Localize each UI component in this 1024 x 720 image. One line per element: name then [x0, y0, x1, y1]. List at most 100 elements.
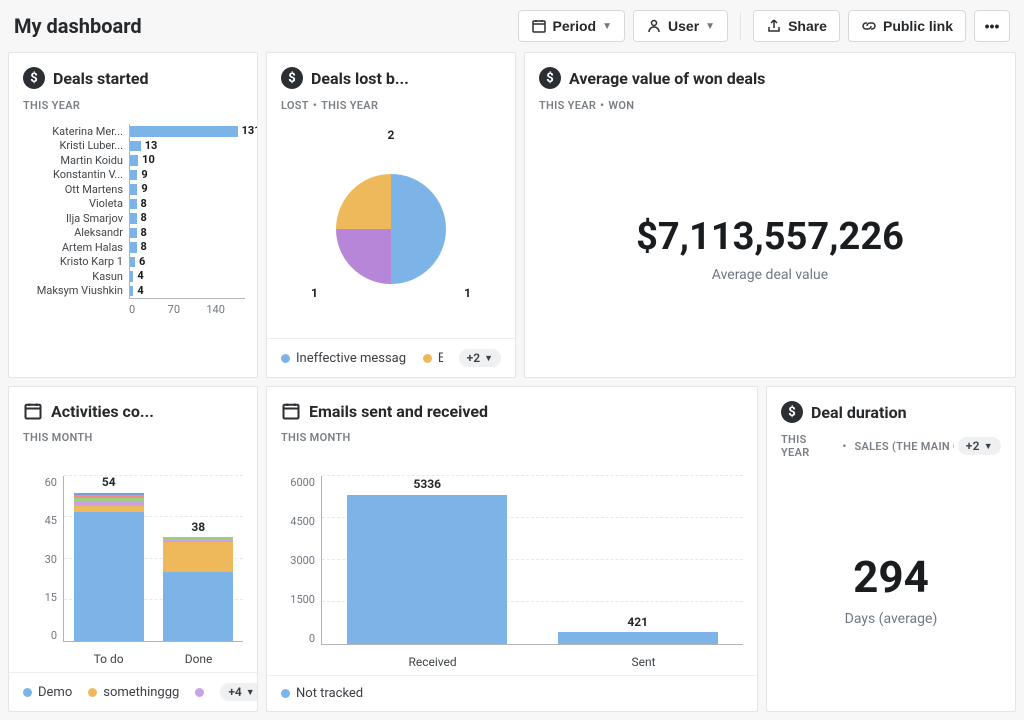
dollar-icon: $ — [23, 67, 45, 89]
plot-area: 54 38 — [63, 476, 243, 642]
hbar-row: Konstantin V...9 — [9, 168, 245, 183]
more-button[interactable]: ••• — [974, 10, 1010, 42]
share-button[interactable]: Share — [753, 10, 840, 42]
hbar-row: Kasun4 — [9, 269, 245, 284]
calendar-icon — [23, 401, 43, 421]
dollar-icon: $ — [281, 67, 303, 89]
hbar-label: Aleksandr — [9, 226, 129, 239]
duration-caption: Days (average) — [845, 611, 938, 627]
card-subtitle: LOST•THIS YEAR — [281, 99, 501, 112]
legend-item: somethinggg — [88, 685, 179, 700]
bar-sent: 421 — [554, 476, 722, 644]
public-link-label: Public link — [883, 18, 953, 34]
plot-area: 5336 421 — [321, 476, 743, 645]
link-icon — [861, 18, 877, 34]
legend-item: Not tracked — [281, 686, 363, 701]
hbar-label: Kasun — [9, 270, 129, 283]
card-header: Activities co... THIS MONTH — [9, 387, 257, 452]
card-title: Average value of won deals — [569, 69, 765, 88]
filter-more-button[interactable]: +2▼ — [958, 437, 1001, 455]
card-subtitle: THIS YEAR• SALES (THE MAIN O +2▼ — [781, 433, 1001, 459]
hbar-label: Martin Koidu — [9, 154, 129, 167]
card-avg-won: $ Average value of won deals THIS YEAR•W… — [524, 52, 1016, 378]
avg-value: $7,113,557,226 — [636, 215, 904, 259]
calendar-icon — [531, 18, 547, 34]
user-label: User — [668, 18, 699, 34]
card-title: Activities co... — [51, 402, 154, 421]
card-subtitle: THIS MONTH — [23, 431, 243, 444]
hbar-label: Konstantin V... — [9, 168, 129, 181]
deals-lost-chart: 2 1 1 — [267, 120, 515, 338]
hbar-row: Artem Halas8 — [9, 240, 245, 255]
user-icon — [646, 18, 662, 34]
hbar-row: Ott Martens9 — [9, 182, 245, 197]
hbar-row: Kristo Karp 16 — [9, 255, 245, 270]
page-title: My dashboard — [14, 14, 142, 38]
hbar-label: Violeta — [9, 197, 129, 210]
topbar-actions: Period ▼ User ▼ Share Public link ••• — [518, 10, 1010, 42]
card-deals-started: $ Deals started THIS YEAR Katerina Mer..… — [8, 52, 258, 378]
period-dropdown[interactable]: Period ▼ — [518, 10, 625, 42]
bar-done: 38 — [162, 476, 234, 641]
legend-item: E — [423, 351, 443, 366]
card-emails: Emails sent and received THIS MONTH 0150… — [266, 386, 758, 712]
card-header: Emails sent and received THIS MONTH — [267, 387, 757, 452]
share-label: Share — [788, 18, 827, 34]
card-subtitle: THIS YEAR — [23, 99, 243, 112]
hbar-label: Ilja Smarjov — [9, 212, 129, 225]
hbar-row: Violeta8 — [9, 197, 245, 212]
pie-label-top: 2 — [388, 128, 395, 142]
card-duration: $ Deal duration THIS YEAR• SALES (THE MA… — [766, 386, 1016, 712]
pie-chart — [336, 174, 446, 284]
hbar-label: Maksym Viushkin — [9, 284, 129, 297]
legend-more-button[interactable]: +2▼ — [459, 349, 501, 367]
card-title: Deals started — [53, 69, 149, 88]
card-header: $ Deals lost b... LOST•THIS YEAR — [267, 53, 515, 120]
card-subtitle: THIS MONTH — [281, 431, 743, 444]
hbar-label: Kristo Karp 1 — [9, 255, 129, 268]
hbar-row: Martin Koidu10 — [9, 153, 245, 168]
hbar-label: Artem Halas — [9, 241, 129, 254]
caret-down-icon: ▼ — [602, 21, 612, 32]
period-label: Period — [553, 18, 597, 34]
hbar-row: Katerina Mer...131 — [9, 124, 245, 139]
caret-down-icon: ▼ — [705, 21, 715, 32]
bar-todo: 54 — [73, 476, 145, 641]
card-subtitle: THIS YEAR•WON — [539, 99, 1001, 112]
duration-value: 294 — [853, 551, 929, 603]
card-title: Emails sent and received — [309, 402, 488, 421]
public-link-button[interactable]: Public link — [848, 10, 966, 42]
legend-item — [195, 688, 204, 697]
more-icon: ••• — [985, 18, 1000, 34]
legend-more-button[interactable]: +4▼ — [220, 683, 258, 701]
dollar-icon: $ — [781, 401, 803, 423]
emails-chart: 01500300045006000 5336 421 — [267, 452, 757, 675]
card-title: Deal duration — [811, 403, 907, 422]
pie-label-right: 1 — [464, 286, 471, 300]
card-legend: Not tracked — [267, 675, 757, 711]
hbar-row: Aleksandr8 — [9, 226, 245, 241]
user-dropdown[interactable]: User ▼ — [633, 10, 728, 42]
legend-item: Demo — [23, 685, 72, 700]
topbar: My dashboard Period ▼ User ▼ Share — [0, 0, 1024, 52]
separator — [740, 12, 741, 40]
y-axis: 01500300045006000 — [281, 476, 315, 645]
duration-body: 294 Days (average) — [767, 467, 1015, 711]
legend-item: Ineffective messaging — [281, 351, 407, 366]
card-legend: Demo somethinggg +4▼ — [9, 672, 257, 711]
avg-won-body: $7,113,557,226 Average deal value — [525, 120, 1015, 377]
hbar-axis: 070140 — [129, 298, 245, 316]
deals-started-chart: Katerina Mer...131Kristi Luber...13Marti… — [9, 120, 257, 377]
hbar-label: Katerina Mer... — [9, 125, 129, 138]
calendar-icon — [281, 401, 301, 421]
card-deals-lost: $ Deals lost b... LOST•THIS YEAR 2 1 1 I… — [266, 52, 516, 378]
hbar-row: Maksym Viushkin4 — [9, 284, 245, 299]
hbar-label: Kristi Luber... — [9, 139, 129, 152]
hbar-row: Ilja Smarjov8 — [9, 211, 245, 226]
dollar-icon: $ — [539, 67, 561, 89]
card-header: $ Average value of won deals THIS YEAR•W… — [525, 53, 1015, 120]
share-icon — [766, 18, 782, 34]
hbar-row: Kristi Luber...13 — [9, 139, 245, 154]
avg-caption: Average deal value — [712, 267, 828, 283]
bar-received: 5336 — [343, 476, 511, 644]
